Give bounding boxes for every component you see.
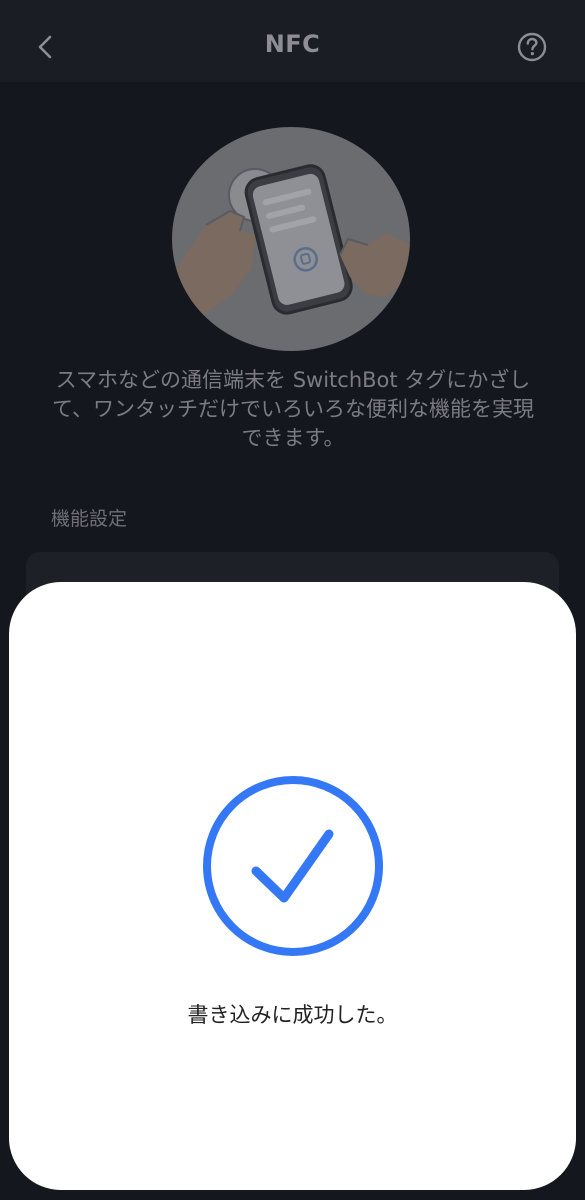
phone-tap-illustration-icon bbox=[172, 164, 410, 351]
feature-description: スマホなどの通信端末を SwitchBot タグにかざして、ワンタッチだけでいろ… bbox=[52, 368, 534, 450]
nfc-screen: NFC スマホなどの通信端末を SwitchBot タグにかざして、ワンタッチだ… bbox=[0, 0, 585, 1200]
question-circle-icon bbox=[517, 32, 547, 62]
nav-header: NFC bbox=[0, 0, 585, 82]
check-circle-icon bbox=[203, 776, 383, 956]
section-label-settings: 機能設定 bbox=[51, 508, 128, 530]
success-modal: 書き込みに成功した。 bbox=[9, 582, 576, 1190]
success-message: 書き込みに成功した。 bbox=[187, 1003, 398, 1027]
help-button[interactable] bbox=[512, 27, 552, 67]
page-title: NFC bbox=[264, 30, 321, 58]
nfc-illustration bbox=[172, 127, 410, 351]
check-circle-icon-wrap bbox=[201, 774, 385, 958]
